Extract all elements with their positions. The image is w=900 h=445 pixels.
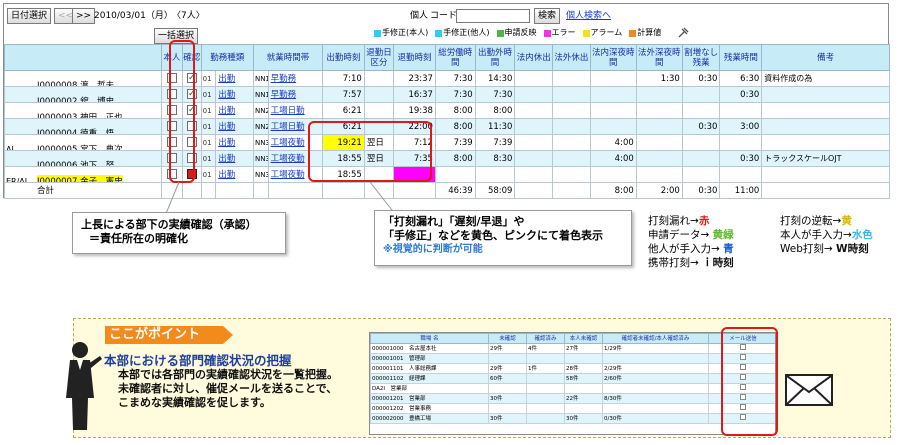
rule-mark: 水色 <box>851 229 873 241</box>
dept-count <box>526 393 565 404</box>
dept-col-header: 未確認 <box>488 333 527 344</box>
dept-col-header: 職場 名 <box>370 333 489 344</box>
dept-row: 000001201 営業部 30件 22件 8/30件 <box>370 393 775 404</box>
dept-col-header: 確認者未確認/本人確認済み <box>602 333 709 344</box>
rule-mark: 青 <box>723 243 734 255</box>
mail-column-highlight <box>721 327 778 436</box>
dept-name: 000001000 名古屋本社 <box>370 343 489 354</box>
rule-mark: W時刻 <box>836 243 869 255</box>
dept-name: 000001202 営業事務 <box>370 403 489 414</box>
dept-count <box>488 353 527 364</box>
dept-count: 30件 <box>564 413 603 424</box>
dept-row: 000001202 営業事務 <box>370 403 775 414</box>
dept-count <box>488 383 527 394</box>
dept-name: 000001102 経理課 <box>370 373 489 384</box>
dept-count: 2/29件 <box>602 363 709 374</box>
dept-count <box>526 383 565 394</box>
highlight-callout-line-1: 「打刻漏れ」「遅刻/早退」や <box>383 215 525 228</box>
dept-count: 30件 <box>488 413 527 424</box>
dept-count <box>526 353 565 364</box>
rule-mark: 黄 <box>841 215 852 227</box>
point-body-line-3: こまめな実績確認を促します。 <box>118 396 271 409</box>
dept-count <box>526 403 565 414</box>
approval-callout-line-2: ＝責任所在の明確化 <box>89 232 188 245</box>
color-rule: 他人が手入力→ 青 <box>648 242 734 256</box>
rule-text: Web打刻→ <box>780 243 837 255</box>
point-title: 本部における部門確認状況の把握 <box>104 353 292 368</box>
dept-col-header: 本人未確認 <box>564 333 603 344</box>
dept-name: 000001001 管理部 <box>370 353 489 364</box>
dept-name: 000001201 営業部 <box>370 393 489 404</box>
dept-row: DA2I 営業部 <box>370 383 775 394</box>
color-rule: 本人が手入力→水色 <box>780 228 873 242</box>
point-badge: ここがポイント <box>105 326 233 344</box>
approval-callout: 上長による部下の実績確認（承認） ＝責任所在の明確化 <box>72 212 286 254</box>
dept-name: 000002000 豊橋工場 <box>370 413 489 424</box>
dept-count: 4件 <box>526 343 565 354</box>
dept-count <box>564 353 603 364</box>
businessman-icon <box>66 342 102 430</box>
dept-count <box>526 413 565 424</box>
dept-row: 000001101 人事総務課 29件 1件 28件 2/29件 <box>370 363 775 374</box>
dept-count <box>602 383 709 394</box>
dept-count <box>602 403 709 414</box>
dept-count: 1/29件 <box>602 343 709 354</box>
rule-text: 打刻の逆転→ <box>780 215 842 227</box>
dept-count <box>526 373 565 384</box>
dept-count <box>564 403 603 414</box>
dept-count: 58件 <box>564 373 603 384</box>
dept-count: 60件 <box>488 373 527 384</box>
rule-mark: 赤 <box>698 215 710 227</box>
dept-name: DA2I 営業部 <box>370 383 489 394</box>
dept-count: 0/30件 <box>602 413 709 424</box>
department-status-table: 職場 名未確認 確認済み 本人未確認 確認者未確認/本人確認済み メール送信 00000… <box>370 333 775 424</box>
dept-count <box>602 353 709 364</box>
rule-text: 申請データ→ <box>648 229 713 241</box>
rule-text: 他人が手入力→ <box>648 243 724 255</box>
dept-count: 30件 <box>488 393 527 404</box>
dept-count: 1件 <box>526 363 565 374</box>
color-rule: Web打刻→ W時刻 <box>780 242 869 256</box>
dept-count: 29件 <box>488 343 527 354</box>
dept-name: 000001101 人事総務課 <box>370 363 489 374</box>
dept-col-header: 確認済み <box>526 333 565 344</box>
color-rule: 申請データ→ 黄緑 <box>648 228 734 242</box>
rule-text: 携帯打刻→ <box>648 257 703 269</box>
approval-callout-line-1: 上長による部下の実績確認（承認） <box>81 218 257 231</box>
dept-count: 22件 <box>564 393 603 404</box>
dept-count <box>488 403 527 414</box>
dept-count <box>564 383 603 394</box>
color-rule: 打刻の逆転→黄 <box>780 214 852 228</box>
rule-text: 打刻漏れ→ <box>648 215 699 227</box>
rule-text: 本人が手入力→ <box>780 229 852 241</box>
dept-count: 28件 <box>564 363 603 374</box>
dept-count: 27件 <box>564 343 603 354</box>
dept-count: 2/60件 <box>602 373 709 384</box>
mail-icon[interactable] <box>785 374 833 406</box>
dept-row: 000001001 管理部 <box>370 353 775 364</box>
color-rule: 携帯打刻→ ｉ時刻 <box>648 256 734 270</box>
department-status-table-window: 職場 名未確認 確認済み 本人未確認 確認者未確認/本人確認済み メール送信 00000… <box>369 332 776 435</box>
dept-row: 000002000 豊橋工場 30件 30件 0/30件 <box>370 413 775 424</box>
point-body-line-2: 未確認者に対し、催促メールを送ることで、 <box>118 382 338 395</box>
dept-count: 29件 <box>488 363 527 374</box>
color-rule: 打刻漏れ→赤 <box>648 214 709 228</box>
rule-mark: 黄緑 <box>712 229 734 241</box>
rule-mark: ｉ時刻 <box>702 257 734 269</box>
dept-row: 000001102 経理課 60件 58件 2/60件 <box>370 373 775 384</box>
highlight-callout-note: ※視覚的に判断が可能 <box>383 244 483 255</box>
dept-row: 000001000 名古屋本社 29件 4件 27件 1/29件 <box>370 343 775 354</box>
point-body-line-1: 本部では各部門の実績確認状況を一覧把握。 <box>118 368 338 381</box>
highlight-callout-line-2: 「手修正」などを黄色、ピンクにて着色表示 <box>383 229 603 242</box>
highlight-callout: 「打刻漏れ」「遅刻/早退」や 「手修正」などを黄色、ピンクにて着色表示 ※視覚的… <box>374 210 632 266</box>
dept-count: 8/30件 <box>602 393 709 404</box>
